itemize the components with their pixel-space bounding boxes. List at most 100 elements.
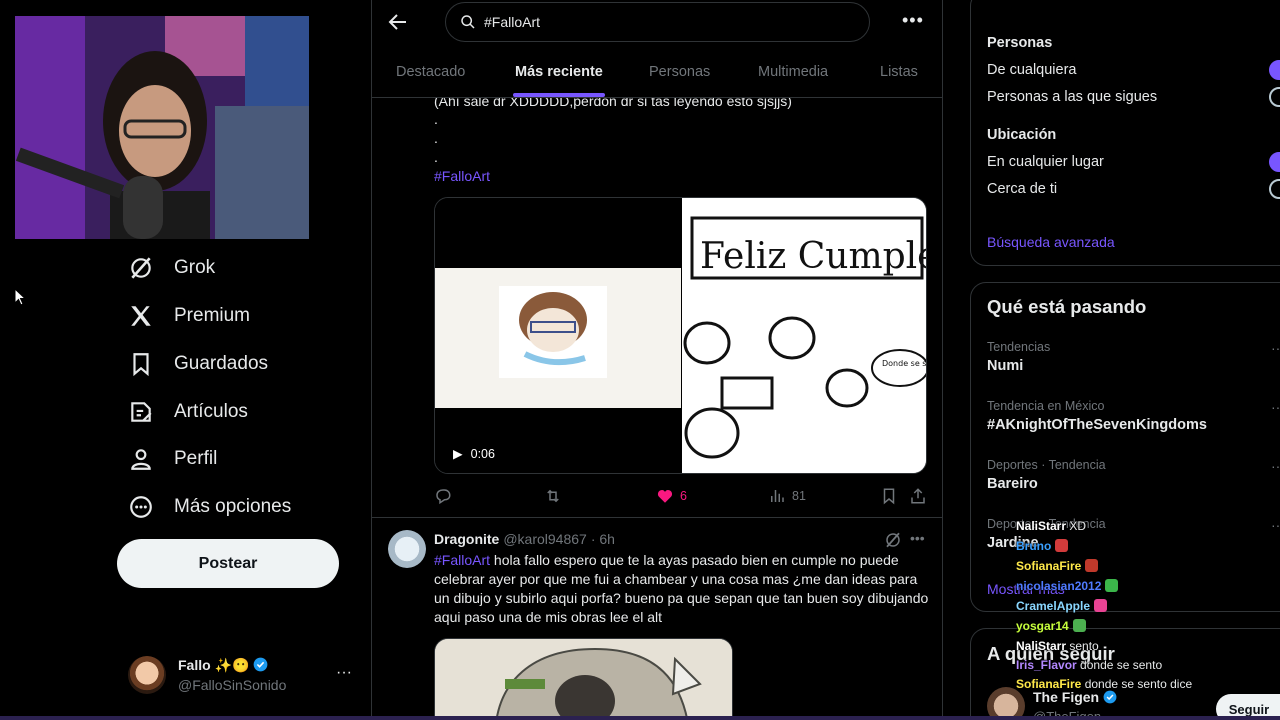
- trend-more-icon[interactable]: ··: [1271, 458, 1280, 474]
- trend-name[interactable]: Numi: [987, 358, 1023, 374]
- tab-destacado[interactable]: Destacado: [396, 54, 465, 97]
- search-input[interactable]: [484, 14, 844, 30]
- avatar[interactable]: [388, 530, 426, 568]
- trend-meta: Deportes · Tendencia: [987, 458, 1106, 472]
- drawing-image: Feliz Cumpleaños Donde se sento?: [682, 198, 926, 473]
- divider: [372, 517, 942, 518]
- main-timeline: ••• Destacado Más reciente Personas Mult…: [371, 0, 943, 720]
- post1-media[interactable]: ▶ 0:06 Feliz Cumpleaños Donde se sento?: [434, 197, 927, 474]
- article-icon: [131, 402, 152, 422]
- chat-message: Iris_Flavor donde se sento: [1016, 655, 1162, 675]
- post1-image[interactable]: Feliz Cumpleaños Donde se sento?: [682, 198, 926, 473]
- chat-message: SofianaFire donde se sento dice: [1016, 674, 1192, 694]
- radio-people-following[interactable]: [1269, 87, 1280, 107]
- repost-icon: [547, 489, 559, 503]
- nav-label-mas-opciones: Más opciones: [174, 496, 292, 517]
- grok-icon[interactable]: [884, 531, 902, 549]
- tab-listas[interactable]: Listas: [880, 54, 918, 97]
- tab-multimedia[interactable]: Multimedia: [758, 54, 828, 97]
- account-more-icon[interactable]: ···: [336, 664, 352, 682]
- search-filters-panel: Personas De cualquiera Personas a las qu…: [970, 0, 1280, 266]
- video-frame: [435, 268, 681, 408]
- video-duration: 0:06: [470, 446, 495, 461]
- account-name: Fallo ✨😶: [178, 657, 250, 673]
- post-button[interactable]: Postear: [117, 539, 339, 588]
- mouse-cursor-icon: [14, 288, 26, 306]
- post2-hashtag[interactable]: #FalloArt: [434, 552, 490, 568]
- tab-personas[interactable]: Personas: [649, 54, 710, 97]
- radio-location-near[interactable]: [1269, 179, 1280, 199]
- post2-author-name[interactable]: Dragonite: [434, 531, 499, 547]
- nav-item-perfil[interactable]: Perfil: [128, 439, 217, 479]
- chat-username: Iris_Flavor: [1016, 658, 1077, 672]
- chat-message: nicolasian2012: [1016, 576, 1119, 596]
- filter-location-near[interactable]: Cerca de ti: [987, 181, 1057, 197]
- share-button[interactable]: [909, 487, 927, 505]
- post1-hashtag[interactable]: #FalloArt: [434, 167, 490, 186]
- repost-button[interactable]: [544, 487, 562, 505]
- filter-location-title: Ubicación: [987, 127, 1057, 143]
- trend-name[interactable]: #AKnightOfTheSevenKingdoms: [987, 417, 1207, 433]
- nav-item-grok[interactable]: Grok: [128, 248, 215, 288]
- trends-title: Qué está pasando: [987, 296, 1147, 317]
- streamer-image: [15, 16, 309, 239]
- divider: [372, 97, 942, 98]
- filter-people-following[interactable]: Personas a las que sigues: [987, 89, 1157, 105]
- post2-image[interactable]: [434, 638, 733, 720]
- nav-label-perfil: Perfil: [174, 448, 218, 469]
- views-button[interactable]: 81: [768, 487, 806, 505]
- nav-label-articulos: Artículos: [174, 401, 248, 422]
- chat-text: XD: [1069, 519, 1087, 533]
- bookmark-button[interactable]: [880, 487, 898, 505]
- trend-more-icon[interactable]: ··: [1271, 517, 1280, 533]
- advanced-search-link[interactable]: Búsqueda avanzada: [987, 234, 1115, 250]
- more-circle-icon: [130, 496, 152, 518]
- tab-mas-reciente[interactable]: Más reciente: [515, 54, 603, 97]
- heart-icon: [657, 490, 673, 503]
- reply-button[interactable]: [434, 487, 452, 505]
- nav-item-mas-opciones[interactable]: Más opciones: [128, 487, 291, 527]
- post1-text: (Ahí sale dr XDDDDD,perdon dr si tas ley…: [434, 93, 792, 109]
- trend-more-icon[interactable]: ··: [1271, 399, 1280, 415]
- chat-message: NaliStarr sento: [1016, 636, 1099, 656]
- chat-message: NaliStarr XD: [1016, 516, 1086, 536]
- nav-label-guardados: Guardados: [174, 353, 269, 374]
- back-arrow-icon[interactable]: [386, 10, 410, 34]
- play-icon[interactable]: ▶: [453, 446, 463, 461]
- post2-author-handle[interactable]: @karol94867: [503, 531, 587, 547]
- trend-meta: Tendencias: [987, 340, 1051, 354]
- filter-location-anywhere[interactable]: En cualquier lugar: [987, 154, 1104, 170]
- post2-body: #FalloArt hola fallo espero que te la ay…: [434, 551, 929, 627]
- trend-more-icon[interactable]: ··: [1271, 340, 1280, 356]
- bookmark-icon: [133, 353, 149, 377]
- x-logo-icon: [131, 306, 151, 326]
- chat-username: SofianaFire: [1016, 559, 1082, 573]
- nav-label-premium: Premium: [174, 305, 251, 326]
- nav-item-premium[interactable]: Premium: [128, 296, 250, 336]
- chat-username: NaliStarr: [1016, 639, 1067, 653]
- post1-dot: .: [434, 130, 438, 146]
- account-handle: @FalloSinSonido: [178, 677, 287, 693]
- webcam-overlay: [15, 16, 309, 239]
- search-box[interactable]: [445, 2, 870, 42]
- radio-location-anywhere[interactable]: [1269, 152, 1280, 172]
- chat-emote-icon: [1094, 599, 1108, 612]
- radio-people-anyone[interactable]: [1269, 60, 1280, 80]
- chat-message: Bruno: [1016, 536, 1069, 556]
- chat-username: nicolasian2012: [1016, 579, 1102, 593]
- like-count: 6: [680, 489, 687, 503]
- post1-video[interactable]: ▶ 0:06: [435, 198, 681, 473]
- post2-time[interactable]: · 6h: [591, 531, 615, 547]
- chat-username: yosgar14: [1016, 619, 1069, 633]
- filter-people-anyone[interactable]: De cualquiera: [987, 62, 1076, 78]
- post1-dot: .: [434, 111, 438, 127]
- account-switcher[interactable]: Fallo ✨😶 @FalloSinSonido ···: [128, 652, 354, 698]
- like-button[interactable]: 6: [656, 487, 687, 505]
- nav-item-articulos[interactable]: Artículos: [128, 392, 248, 432]
- more-options-icon[interactable]: •••: [902, 10, 924, 31]
- grok-icon: [131, 257, 151, 279]
- nav-item-guardados[interactable]: Guardados: [128, 344, 268, 384]
- post2-more-icon[interactable]: •••: [910, 530, 925, 546]
- chat-message: CramelApple: [1016, 596, 1108, 616]
- trend-name[interactable]: Bareiro: [987, 476, 1038, 492]
